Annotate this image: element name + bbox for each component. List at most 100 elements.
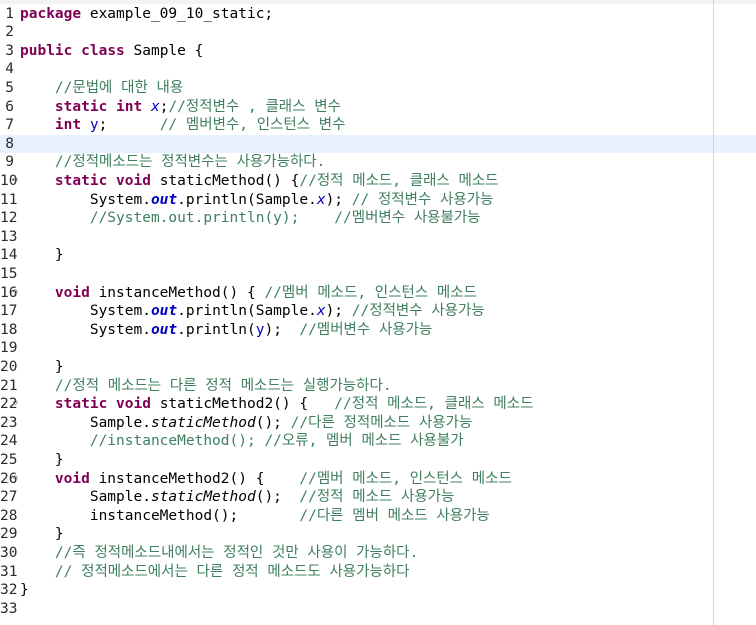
- code-line[interactable]: 29 }: [0, 525, 756, 544]
- code-line[interactable]: 27 Sample.staticMethod(); //정적 메소드 사용가능: [0, 488, 756, 507]
- line-number: 6: [5, 98, 14, 115]
- code-token: instanceMethod() {: [89, 284, 265, 301]
- line-number: 22: [0, 396, 18, 413]
- fold-toggle-icon[interactable]: ⊖: [13, 469, 18, 488]
- code-line[interactable]: 16 ⊖ void instanceMethod() { //멤버 메소드, 인스…: [0, 284, 756, 303]
- code-line[interactable]: 5 //문법에 대한 내용: [0, 79, 756, 98]
- code-line[interactable]: 22 ⊖ static void staticMethod2() { //정적 메…: [0, 395, 756, 414]
- code-line[interactable]: 24 //instanceMethod(); //오류, 멤버 메소드 사용불가: [0, 432, 756, 451]
- code-line[interactable]: 19: [0, 339, 756, 358]
- code-text: }: [20, 581, 29, 600]
- code-text: // 정적메소드에서는 다른 정적 메소드도 사용가능하다: [20, 563, 410, 582]
- code-token: example_09_10_static;: [81, 5, 274, 22]
- comment-token: //정적 메소드, 클래스 메소드: [334, 396, 534, 413]
- code-text: instanceMethod(); //다른 멤버 메소드 사용가능: [20, 507, 490, 526]
- code-line[interactable]: 12 //System.out.println(y); //멤버변수 사용불가능: [0, 209, 756, 228]
- code-line[interactable]: 33: [0, 600, 756, 619]
- code-token: );: [264, 321, 300, 338]
- comment-token: //정적 메소드 사용가능: [299, 489, 455, 506]
- keyword-token: public: [20, 42, 73, 59]
- code-token: staticMethod() {: [150, 172, 300, 189]
- fold-toggle-icon[interactable]: ⊖: [13, 394, 18, 413]
- code-editor[interactable]: 1 package example_09_10_static; 2 3 public c…: [0, 0, 756, 625]
- keyword-token: int: [54, 117, 82, 134]
- code-line[interactable]: 7 int y; // 멤버변수, 인스턴스 변수: [0, 116, 756, 135]
- code-line[interactable]: 17 System.out.println(Sample.x); //정적변수 …: [0, 302, 756, 321]
- line-number: 16: [0, 284, 18, 301]
- code-line[interactable]: 6 static int x;//정적변수 , 클래스 변수: [0, 98, 756, 117]
- line-number: 15: [0, 265, 18, 282]
- code-line[interactable]: 15: [0, 265, 756, 284]
- code-token: out: [150, 191, 178, 208]
- code-token: instanceMethod();: [20, 507, 300, 524]
- code-line[interactable]: 3 public class Sample {: [0, 42, 756, 61]
- code-line[interactable]: 13: [0, 228, 756, 247]
- code-line[interactable]: 21 //정적 메소드는 다른 정적 메소드는 실행가능하다.: [0, 377, 756, 396]
- code-line[interactable]: 28 instanceMethod(); //다른 멤버 메소드 사용가능: [0, 507, 756, 526]
- code-line[interactable]: 31 // 정적메소드에서는 다른 정적 메소드도 사용가능하다: [0, 563, 756, 582]
- keyword-token: void: [116, 172, 151, 189]
- code-line[interactable]: 2: [0, 23, 756, 42]
- code-text: int y; // 멤버변수, 인스턴스 변수: [20, 116, 346, 135]
- code-token: ;: [98, 117, 160, 134]
- keyword-token: static: [54, 98, 108, 115]
- keyword-token: static: [54, 172, 108, 189]
- code-line[interactable]: 1 package example_09_10_static;: [0, 5, 756, 24]
- code-line[interactable]: 14 }: [0, 246, 756, 265]
- code-token: System.: [20, 303, 151, 320]
- code-token: out: [150, 303, 178, 320]
- comment-token: // 정적변수 사용가능: [351, 191, 494, 208]
- code-line[interactable]: 11 System.out.println(Sample.x); // 정적변수…: [0, 191, 756, 210]
- code-text: System.out.println(Sample.x); //정적변수 사용가…: [20, 302, 485, 321]
- code-token: Sample.: [20, 414, 151, 431]
- line-number: 12: [0, 210, 18, 227]
- code-token: }: [20, 247, 64, 264]
- editor-top-strip: [0, 0, 756, 4]
- comment-token: //다른 멤버 메소드 사용가능: [299, 507, 490, 524]
- code-text: //정적메소드는 정적변수는 사용가능하다.: [20, 153, 325, 172]
- code-line[interactable]: 26 ⊖ void instanceMethod2() { //멤버 메소드, 인…: [0, 470, 756, 489]
- code-line[interactable]: 18 System.out.println(y); //멤버변수 사용가능: [0, 321, 756, 340]
- code-line[interactable]: 23 Sample.staticMethod(); //다른 정적메소드 사용가…: [0, 414, 756, 433]
- code-line[interactable]: 32}: [0, 581, 756, 600]
- code-token: y: [89, 117, 99, 134]
- code-line-current[interactable]: 8: [0, 134, 756, 154]
- line-number: 8: [5, 135, 14, 152]
- comment-token: //정적 메소드는 다른 정적 메소드는 실행가능하다.: [54, 377, 392, 394]
- code-token: System.: [20, 321, 151, 338]
- code-line[interactable]: 9 //정적메소드는 정적변수는 사용가능하다.: [0, 153, 756, 172]
- keyword-token: class: [81, 42, 125, 59]
- keyword-token: void: [54, 470, 90, 487]
- code-line[interactable]: 4: [0, 60, 756, 79]
- comment-token: //System.out.println(y); //멤버변수 사용불가능: [89, 210, 481, 227]
- code-line[interactable]: 10 ⊖ static void staticMethod() {//정적 메소드…: [0, 172, 756, 191]
- code-token: System.: [20, 191, 151, 208]
- fold-toggle-icon[interactable]: ⊖: [13, 283, 18, 302]
- code-token: .println(Sample.: [177, 303, 317, 320]
- fold-toggle-icon[interactable]: ⊖: [13, 171, 18, 190]
- code-line[interactable]: 25 }: [0, 451, 756, 470]
- comment-token: //정적변수 사용가능: [351, 303, 485, 320]
- code-line[interactable]: 20 }: [0, 358, 756, 377]
- code-line[interactable]: 30 //즉 정적메소드내에서는 정적인 것만 사용이 가능하다.: [0, 544, 756, 563]
- comment-token: //정적 메소드, 클래스 메소드: [299, 172, 499, 189]
- line-number: 28: [0, 507, 18, 524]
- code-text: }: [20, 246, 64, 265]
- code-token: ();: [255, 489, 300, 506]
- code-token: ();: [255, 414, 291, 431]
- comment-token: // 멤버변수, 인스턴스 변수: [159, 117, 346, 134]
- code-text: //즉 정적메소드내에서는 정적인 것만 사용이 가능하다.: [20, 544, 418, 563]
